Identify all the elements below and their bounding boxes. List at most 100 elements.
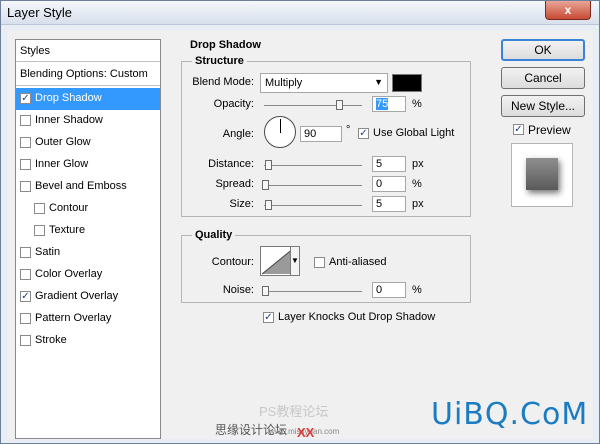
style-item-bevel-emboss[interactable]: Bevel and Emboss (16, 176, 160, 198)
drop-shadow-checkbox[interactable] (20, 93, 31, 104)
dialog-body: Styles Blending Options: Custom Drop Sha… (7, 31, 593, 439)
angle-field[interactable]: 90 (300, 126, 342, 142)
size-unit: px (412, 198, 424, 210)
blend-mode-label: Blend Mode: (192, 76, 254, 88)
blend-mode-value: Multiply (265, 77, 303, 89)
close-button[interactable]: x (545, 1, 591, 20)
title-bar: Layer Style x (1, 1, 599, 25)
opacity-slider-track[interactable] (264, 105, 362, 106)
anti-aliased-option[interactable]: Anti-aliased (314, 256, 386, 268)
style-item-pattern-overlay[interactable]: Pattern Overlay (16, 308, 160, 330)
angle-label: Angle: (222, 128, 254, 140)
layer-style-window: Layer Style x Styles Blending Options: C… (0, 0, 600, 444)
spread-unit: % (412, 178, 422, 190)
use-global-light-checkbox[interactable] (358, 128, 369, 139)
noise-slider-track[interactable] (264, 291, 362, 292)
opacity-value: 75 (376, 98, 389, 110)
preview-label: Preview (528, 123, 571, 137)
distance-slider-track[interactable] (264, 165, 362, 166)
style-item-label: Satin (35, 246, 61, 258)
use-global-light-label: Use Global Light (373, 127, 455, 139)
layer-knocks-out-checkbox[interactable] (263, 312, 274, 323)
blend-mode-select[interactable]: Multiply ▼ (260, 73, 388, 93)
style-item-outer-glow[interactable]: Outer Glow (16, 132, 160, 154)
style-item-contour[interactable]: Contour (16, 198, 160, 220)
style-item-label: Contour (49, 202, 89, 214)
angle-indicator (280, 119, 281, 133)
anti-aliased-checkbox[interactable] (314, 257, 325, 268)
style-item-stroke[interactable]: Stroke (16, 330, 160, 352)
size-slider-track[interactable] (264, 205, 362, 206)
styles-header[interactable]: Styles (16, 40, 160, 62)
inner-shadow-checkbox[interactable] (20, 115, 31, 126)
style-preview-thumbnail (511, 143, 573, 207)
blending-options-item[interactable]: Blending Options: Custom (16, 64, 160, 86)
quality-group: Quality Contour: ▼ Anti-aliased Noise: 0… (181, 229, 471, 303)
satin-checkbox[interactable] (20, 247, 31, 258)
distance-slider-thumb[interactable] (265, 160, 272, 170)
style-item-label: Gradient Overlay (35, 290, 119, 302)
gradient-overlay-checkbox[interactable] (20, 291, 31, 302)
style-item-label: Pattern Overlay (35, 312, 112, 324)
spread-label: Spread: (215, 178, 254, 190)
opacity-field[interactable]: 75 (372, 96, 406, 112)
layer-knocks-out-label: Layer Knocks Out Drop Shadow (278, 311, 436, 323)
color-overlay-checkbox[interactable] (20, 269, 31, 280)
pattern-overlay-checkbox[interactable] (20, 313, 31, 324)
watermark-ps-tutorial: PS教程论坛 (259, 404, 329, 419)
shadow-color-swatch[interactable] (392, 74, 422, 92)
contour-checkbox[interactable] (34, 203, 45, 214)
style-item-satin[interactable]: Satin (16, 242, 160, 264)
spread-slider-thumb[interactable] (262, 180, 269, 190)
preview-checkbox[interactable] (513, 124, 524, 135)
opacity-slider-thumb[interactable] (336, 100, 343, 110)
preview-shape (526, 158, 558, 190)
style-item-label: Color Overlay (35, 268, 103, 280)
bevel-emboss-checkbox[interactable] (20, 181, 31, 192)
style-item-color-overlay[interactable]: Color Overlay (16, 264, 160, 286)
uibq-logo: UiBQ.CoM (431, 397, 589, 432)
layer-knocks-out-option[interactable]: Layer Knocks Out Drop Shadow (263, 311, 435, 323)
chevron-down-icon: ▼ (374, 77, 383, 87)
texture-checkbox[interactable] (34, 225, 45, 236)
opacity-unit: % (412, 98, 422, 110)
styles-list: Styles Blending Options: Custom Drop Sha… (15, 39, 161, 439)
style-item-inner-glow[interactable]: Inner Glow (16, 154, 160, 176)
structure-group: Structure Blend Mode: Multiply ▼ Opacity… (181, 55, 471, 217)
style-item-texture[interactable]: Texture (16, 220, 160, 242)
size-field[interactable]: 5 (372, 196, 406, 212)
distance-label: Distance: (208, 158, 254, 170)
style-item-label: Inner Glow (35, 158, 89, 170)
size-label: Size: (229, 198, 254, 210)
size-slider-thumb[interactable] (265, 200, 272, 210)
preview-option[interactable]: Preview (513, 123, 571, 137)
noise-label: Noise: (222, 284, 254, 296)
noise-slider-thumb[interactable] (262, 286, 269, 296)
style-item-label: Outer Glow (35, 136, 91, 148)
style-item-gradient-overlay[interactable]: Gradient Overlay (16, 286, 160, 308)
drop-shadow-title: Drop Shadow (187, 39, 264, 51)
style-item-label: Stroke (35, 334, 67, 346)
angle-dial[interactable] (264, 116, 296, 148)
quality-title: Quality (192, 229, 236, 241)
contour-label: Contour: (211, 256, 254, 268)
stroke-checkbox[interactable] (20, 335, 31, 346)
distance-field[interactable]: 5 (372, 156, 406, 172)
opacity-label: Opacity: (213, 98, 254, 110)
outer-glow-checkbox[interactable] (20, 137, 31, 148)
contour-dropdown-button[interactable]: ▼ (290, 246, 300, 276)
cancel-button[interactable]: Cancel (501, 67, 585, 89)
noise-unit: % (412, 284, 422, 296)
spread-slider-track[interactable] (264, 185, 362, 186)
noise-field[interactable]: 0 (372, 282, 406, 298)
angle-unit: ° (346, 124, 351, 136)
style-item-label: Drop Shadow (35, 92, 102, 104)
style-item-inner-shadow[interactable]: Inner Shadow (16, 110, 160, 132)
ok-button[interactable]: OK (501, 39, 585, 61)
style-item-drop-shadow[interactable]: Drop Shadow (16, 88, 160, 110)
new-style-button[interactable]: New Style... (501, 95, 585, 117)
spread-field[interactable]: 0 (372, 176, 406, 192)
inner-glow-checkbox[interactable] (20, 159, 31, 170)
anti-aliased-label: Anti-aliased (329, 256, 387, 268)
use-global-light-option[interactable]: Use Global Light (358, 127, 454, 139)
